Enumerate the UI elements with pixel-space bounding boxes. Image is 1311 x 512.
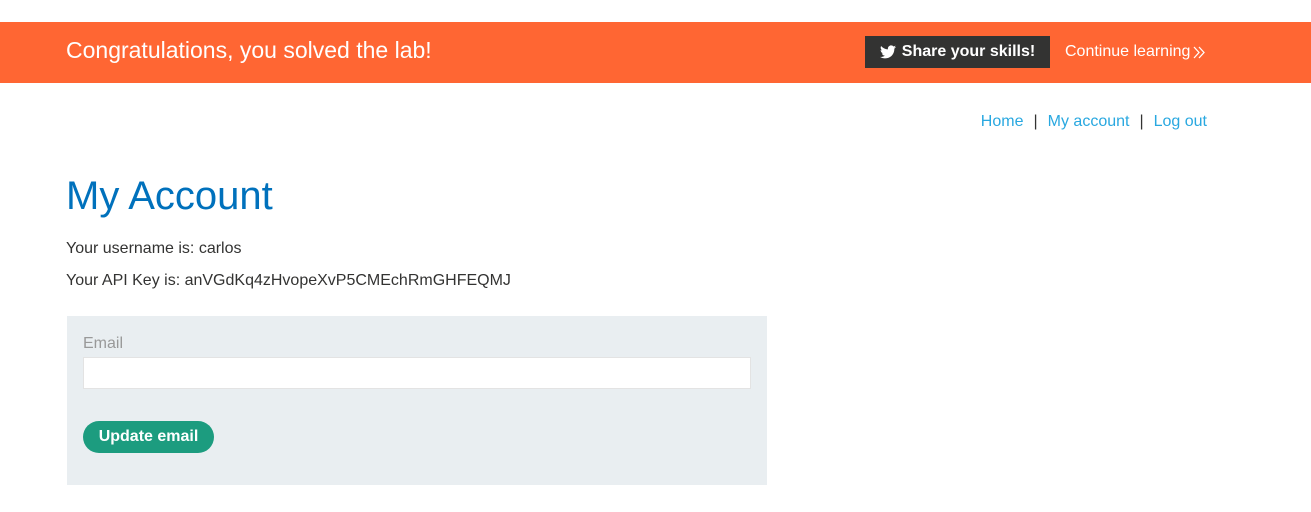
share-skills-label: Share your skills! xyxy=(901,43,1036,60)
nav-separator: | xyxy=(1033,113,1038,130)
email-label: Email xyxy=(83,335,124,352)
change-email-form: Email Update email xyxy=(67,316,767,485)
continue-learning-link[interactable]: Continue learning xyxy=(1065,43,1206,61)
top-nav: Home | My account | Log out xyxy=(981,113,1207,131)
banner-title: Congratulations, you solved the lab! xyxy=(66,37,432,63)
email-input[interactable] xyxy=(83,357,751,389)
share-skills-button[interactable]: Share your skills! xyxy=(865,36,1050,68)
lab-solved-banner: Congratulations, you solved the lab! Sha… xyxy=(0,22,1311,83)
double-chevron-right-icon xyxy=(1193,46,1206,59)
username-text: Your username is: carlos xyxy=(66,240,242,257)
nav-my-account-link[interactable]: My account xyxy=(1048,113,1130,131)
nav-log-out-link[interactable]: Log out xyxy=(1154,113,1207,131)
nav-home-link[interactable]: Home xyxy=(981,113,1024,131)
page-title: My Account xyxy=(66,174,273,218)
nav-separator: | xyxy=(1139,113,1144,130)
continue-learning-label: Continue learning xyxy=(1065,43,1191,60)
update-email-button[interactable]: Update email xyxy=(83,421,214,453)
api-key-text: Your API Key is: anVGdKq4zHvopeXvP5CMEch… xyxy=(66,272,511,289)
twitter-icon xyxy=(879,45,896,59)
